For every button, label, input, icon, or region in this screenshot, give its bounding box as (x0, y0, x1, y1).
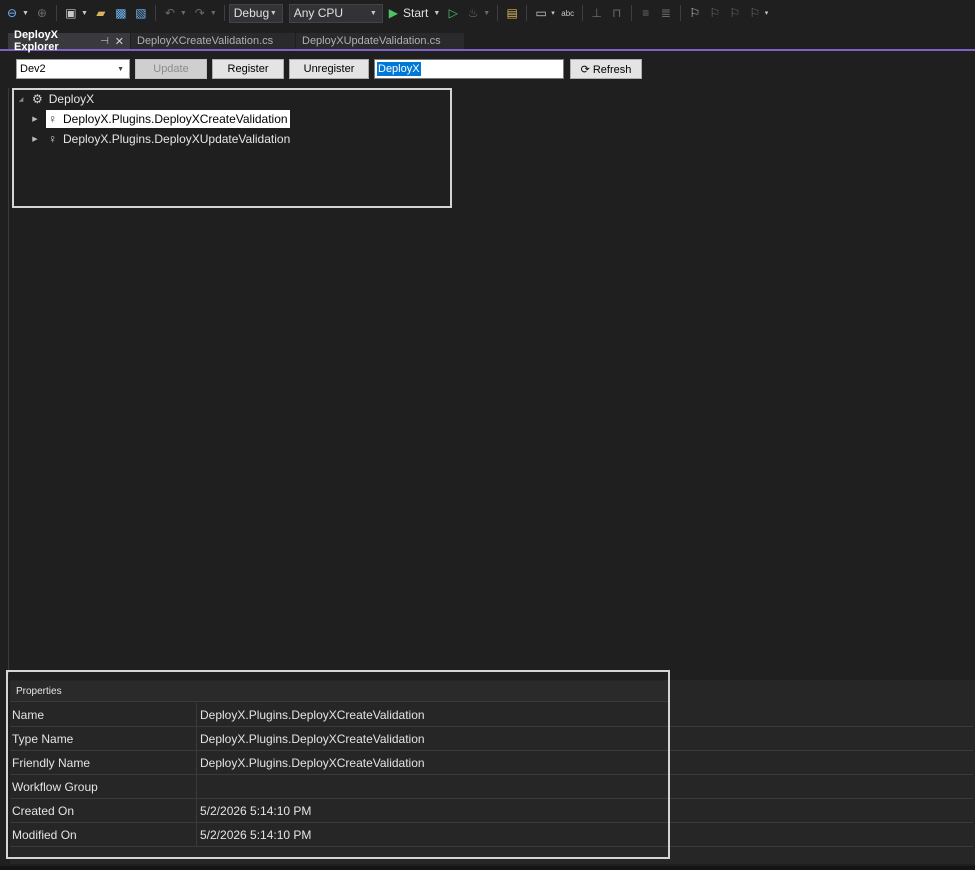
tree-root-node[interactable]: ◢ ⚙ DeployX (16, 90, 94, 108)
start-label: Start (402, 6, 429, 20)
uncomment-icon[interactable]: ⊓ (608, 4, 626, 22)
filter-selected-text: DeployX (377, 62, 421, 76)
tab-label: DeployX Explorer (14, 29, 59, 53)
tab-label: DeployXCreateValidation.cs (137, 35, 274, 47)
bookmark-clear-icon[interactable]: ⚐ (746, 4, 764, 22)
configuration-select[interactable]: Debug ▼ (228, 3, 283, 23)
tab-deployx-explorer[interactable]: DeployX Explorer ⊣ ✕ (8, 29, 130, 53)
toolbar-separator (630, 5, 632, 21)
toolbar-separator (55, 5, 57, 21)
toolbar-separator (154, 5, 156, 21)
forward-icon[interactable]: ⊕ (33, 4, 51, 22)
platform-select[interactable]: Any CPU ▼ (288, 3, 383, 23)
plugin-type-icon: ♀ (48, 112, 57, 126)
environment-value: Dev2 (20, 63, 46, 75)
toolbar-separator (223, 5, 225, 21)
tree-node-update-validation[interactable]: ▶ ♀ DeployX.Plugins.DeployXUpdateValidat… (30, 130, 292, 148)
toolbar-separator (497, 5, 499, 21)
back-dropdown-icon[interactable]: ▼ (22, 10, 29, 17)
filter-input[interactable]: DeployX (374, 59, 564, 79)
plugin-tree-view[interactable]: ◢ ⚙ DeployX ▶ ♀ DeployX.Plugins.DeployXC… (12, 88, 452, 208)
bookmark-next-icon[interactable]: ⚐ (726, 4, 744, 22)
save-all-icon[interactable]: ▧ (132, 4, 150, 22)
expand-icon[interactable]: ▶ (30, 135, 40, 143)
close-icon[interactable]: ✕ (115, 35, 124, 48)
pin-icon[interactable]: ⊣ (100, 36, 109, 47)
document-tab-bar: DeployX Explorer ⊣ ✕ DeployXCreateValida… (0, 29, 975, 53)
redo-dropdown-icon[interactable]: ▼ (210, 10, 217, 17)
status-edge (0, 866, 975, 870)
toolbar-separator (679, 5, 681, 21)
configuration-value: Debug (233, 6, 270, 20)
chevron-down-icon: ▼ (117, 65, 124, 73)
expand-icon[interactable]: ▶ (30, 115, 40, 123)
toolbar-separator (526, 5, 528, 21)
tree-node-create-validation[interactable]: ▶ ♀ DeployX.Plugins.DeployXCreateValidat… (30, 110, 290, 128)
start-dropdown-icon[interactable]: ▼ (433, 10, 440, 17)
chevron-down-icon: ▼ (369, 9, 377, 17)
collapse-icon[interactable]: ◢ (16, 96, 26, 103)
toolbar-separator (581, 5, 583, 21)
tab-label: DeployXUpdateValidation.cs (302, 35, 441, 47)
chevron-down-icon: ▼ (269, 9, 277, 17)
new-project-icon[interactable]: ▣ (62, 4, 80, 22)
indent-icon[interactable]: ≡ (637, 4, 655, 22)
register-button[interactable]: Register (212, 59, 284, 79)
bookmark-prev-icon[interactable]: ⚐ (706, 4, 724, 22)
tree-node-selection: ♀ DeployX.Plugins.DeployXUpdateValidatio… (46, 130, 292, 148)
redo-icon[interactable]: ↷ (191, 4, 209, 22)
start-icon: ▶ (388, 6, 398, 20)
refresh-label: ⟳ Refresh (580, 63, 632, 76)
update-label: Update (153, 63, 189, 75)
unregister-button[interactable]: Unregister (289, 59, 369, 79)
unregister-label: Unregister (303, 63, 355, 75)
plugin-type-icon: ♀ (48, 132, 57, 146)
tree-node-label: DeployX.Plugins.DeployXUpdateValidation (63, 132, 291, 146)
tree-root-label: DeployX (48, 92, 95, 106)
bookmark-icon[interactable]: ⚐ (686, 4, 704, 22)
new-project-dropdown-icon[interactable]: ▼ (81, 10, 88, 17)
window-layout-icon[interactable]: ▭ (532, 4, 550, 22)
toolbar-overflow-icon[interactable]: ▾ (765, 9, 769, 17)
assembly-gear-icon: ⚙ (32, 92, 43, 106)
open-folder-icon[interactable]: ▰ (92, 4, 110, 22)
refresh-button[interactable]: ⟳ Refresh (570, 59, 642, 79)
update-button[interactable]: Update (135, 59, 207, 79)
properties-highlight-frame (6, 670, 670, 859)
platform-value: Any CPU (293, 6, 344, 20)
register-label: Register (227, 63, 269, 75)
back-icon[interactable]: ⊖ (3, 4, 21, 22)
tree-node-label: DeployX.Plugins.DeployXCreateValidation (63, 112, 288, 126)
solution-explorer-icon[interactable]: ▤ (503, 4, 521, 22)
comment-icon[interactable]: ⊥ (588, 4, 606, 22)
tab-update-validation[interactable]: DeployXUpdateValidation.cs (296, 33, 464, 49)
start-button[interactable]: ▶ Start ▼ (389, 6, 444, 20)
outdent-icon[interactable]: ≣ (657, 4, 675, 22)
main-toolbar: ⊖ ▼ ⊕ ▣ ▼ ▰ ▩ ▧ ↶ ▼ ↷ ▼ Debug ▼ Any CPU … (0, 0, 975, 26)
panel-divider (8, 88, 9, 674)
hot-reload-dropdown-icon[interactable]: ▼ (483, 10, 490, 17)
start-without-debugging-icon[interactable]: ▷ (444, 4, 462, 22)
undo-dropdown-icon[interactable]: ▼ (180, 10, 187, 17)
save-icon[interactable]: ▩ (112, 4, 130, 22)
tree-node-selection: ♀ DeployX.Plugins.DeployXCreateValidatio… (46, 110, 290, 128)
environment-select[interactable]: Dev2 ▼ (16, 59, 130, 79)
spell-check-icon[interactable]: abc (559, 4, 577, 22)
undo-icon[interactable]: ↶ (161, 4, 179, 22)
hot-reload-icon[interactable]: ♨ (464, 4, 482, 22)
tab-create-validation[interactable]: DeployXCreateValidation.cs (131, 33, 295, 49)
window-layout-dropdown-icon[interactable]: ▾ (551, 9, 555, 17)
